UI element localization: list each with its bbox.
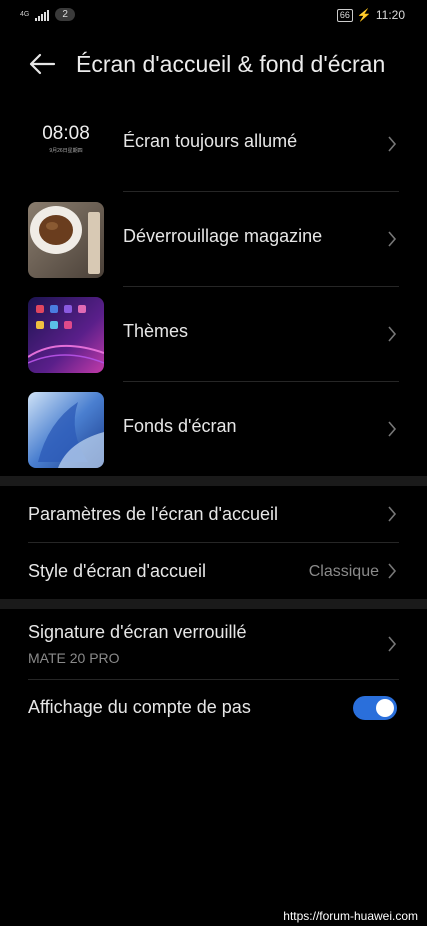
home-screen-settings-label: Paramètres de l'écran d'accueil [28, 504, 278, 524]
step-count-toggle[interactable] [353, 696, 397, 720]
magazine-unlock-label: Déverrouillage magazine [123, 226, 323, 246]
thumbnail-clock: 08:08 [42, 123, 90, 144]
theme-preview-image [28, 297, 104, 373]
status-left: 4G 2 [20, 8, 75, 21]
home-screen-style-label: Style d'écran d'accueil [28, 561, 206, 581]
themes-item[interactable]: Thèmes [0, 287, 427, 382]
header: Écran d'accueil & fond d'écran [0, 40, 427, 90]
section-separator [0, 476, 427, 486]
notification-count-badge: 2 [55, 8, 75, 21]
home-screen-settings-item[interactable]: Paramètres de l'écran d'accueil [0, 486, 427, 542]
status-bar: 4G 2 66 ⚡ 11:20 [0, 0, 427, 30]
status-right: 66 ⚡ 11:20 [336, 8, 405, 22]
magazine-unlock-item[interactable]: Déverrouillage magazine [0, 192, 427, 287]
thumbnail-date: 9月26日星期四 [49, 148, 83, 154]
chevron-right-icon [388, 136, 397, 152]
wallpapers-label: Fonds d'écran [123, 416, 237, 436]
always-on-display-item[interactable]: 08:08 9月26日星期四 Écran toujours allumé [0, 97, 427, 192]
chevron-right-icon [388, 326, 397, 342]
coffee-cup-image [28, 202, 104, 278]
battery-icon: 66 [336, 8, 353, 22]
lock-screen-signature-label: Signature d'écran verrouillé [28, 622, 247, 642]
step-count-label: Affichage du compte de pas [28, 697, 251, 717]
home-screen-style-value: Classique [308, 563, 379, 580]
always-on-display-label: Écran toujours allumé [123, 131, 298, 151]
always-on-thumbnail: 08:08 9月26日星期四 [28, 107, 104, 183]
chevron-right-icon [388, 506, 397, 522]
wallpapers-thumbnail [28, 392, 104, 468]
magazine-unlock-thumbnail [28, 202, 104, 278]
charging-icon: ⚡ [356, 8, 372, 22]
toggle-knob [376, 699, 394, 717]
home-screen-style-item[interactable]: Style d'écran d'accueil Classique [0, 543, 427, 599]
themes-thumbnail [28, 297, 104, 373]
watermark: https://forum-huawei.com [280, 908, 421, 924]
chevron-right-icon [388, 636, 397, 652]
section-separator [0, 599, 427, 609]
back-arrow-icon[interactable] [28, 52, 56, 76]
page-title: Écran d'accueil & fond d'écran [76, 51, 386, 77]
network-type-label: 4G [20, 10, 30, 18]
chevron-right-icon [388, 563, 397, 579]
chevron-right-icon [388, 421, 397, 437]
step-count-item: Affichage du compte de pas [0, 680, 427, 736]
clock-time: 11:20 [375, 8, 405, 22]
signal-icon [35, 9, 50, 21]
lock-screen-signature-item[interactable]: Signature d'écran verrouillé MATE 20 PRO [0, 609, 427, 679]
themes-label: Thèmes [123, 321, 189, 341]
wallpaper-preview-image [28, 392, 104, 468]
wallpapers-item[interactable]: Fonds d'écran [0, 382, 427, 477]
lock-screen-signature-value: MATE 20 PRO [28, 650, 120, 666]
chevron-right-icon [388, 231, 397, 247]
